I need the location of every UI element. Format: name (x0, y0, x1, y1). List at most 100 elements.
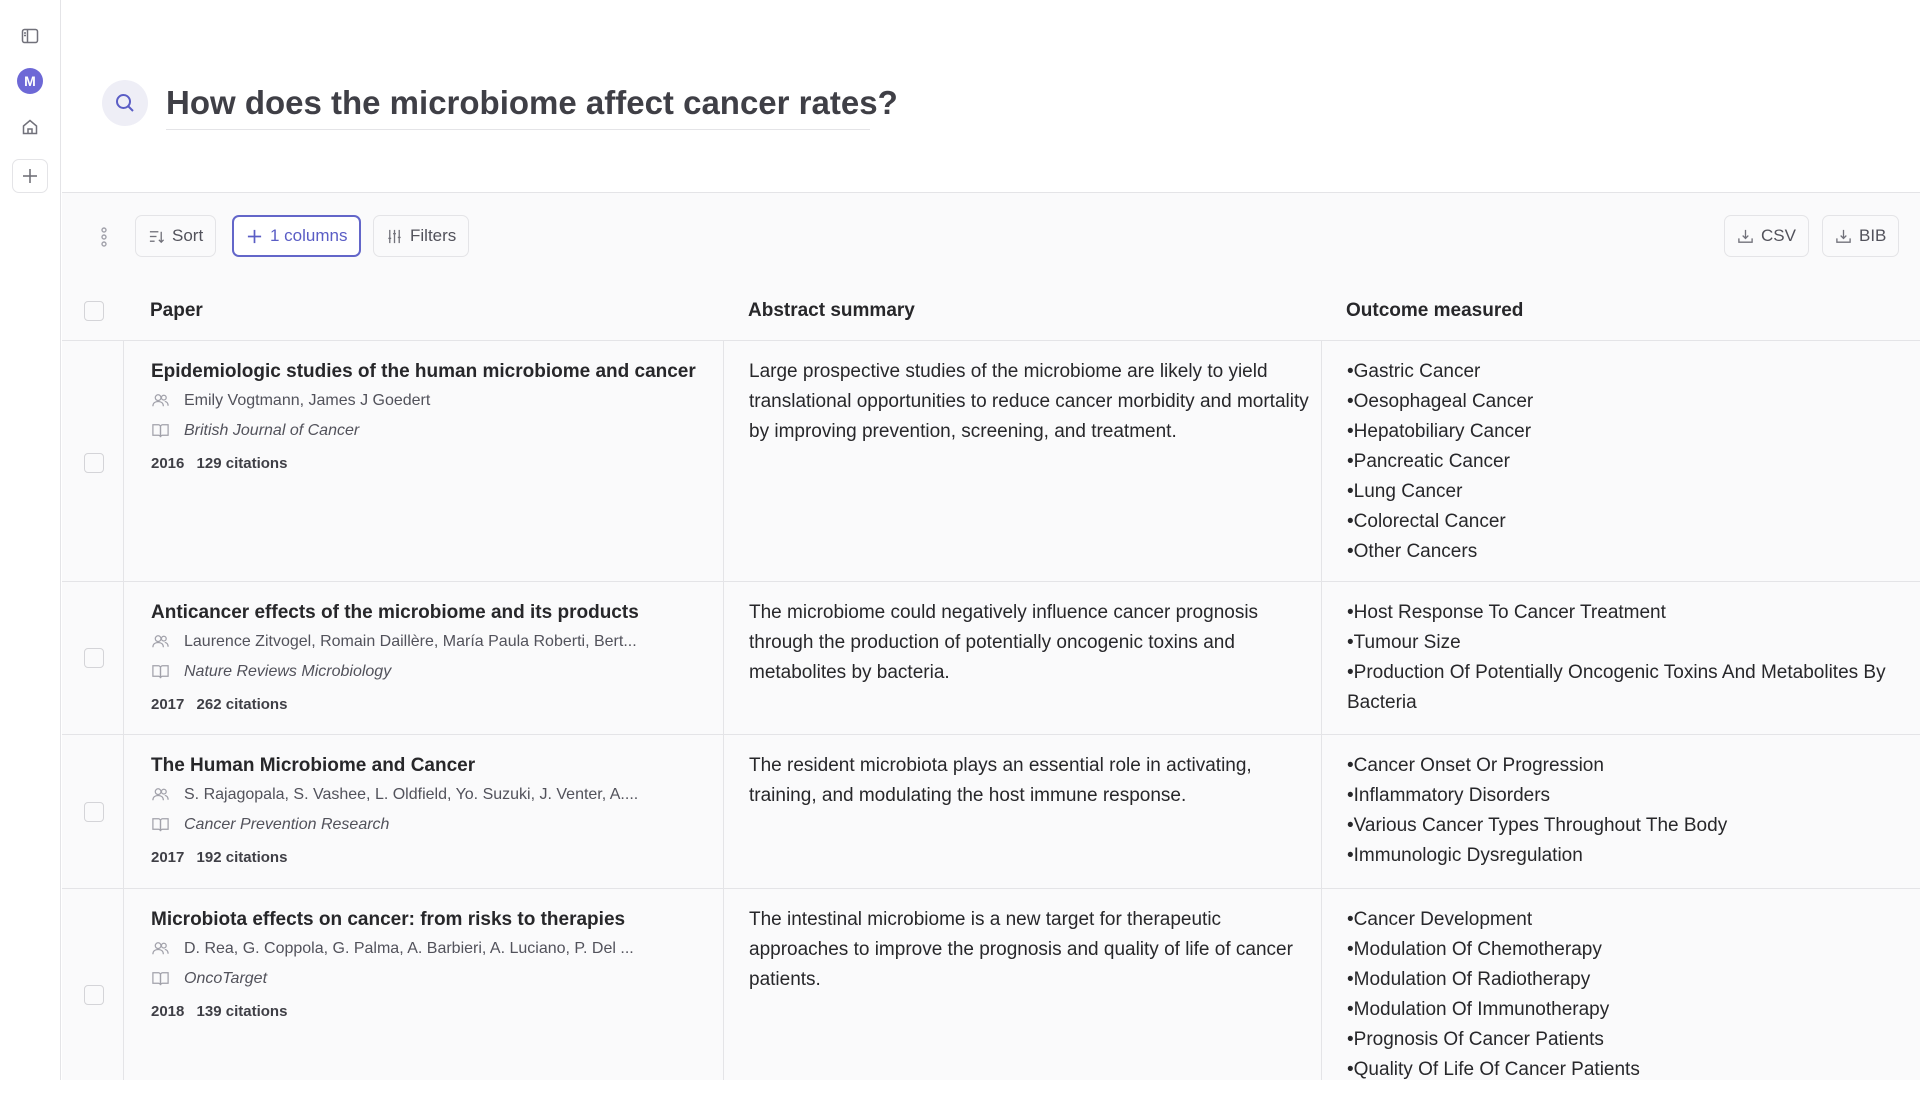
outcome-item: •Tumour Size (1347, 628, 1920, 658)
results-toolbar: Sort 1 columns Filters CSV BIB (62, 193, 1920, 281)
outcome-item: •Modulation Of Immunotherapy (1347, 995, 1920, 1025)
book-icon (151, 421, 170, 440)
filters-button[interactable]: Filters (373, 215, 469, 257)
plus-icon (21, 167, 39, 185)
table-row[interactable]: Anticancer effects of the microbiome and… (62, 582, 1920, 735)
table-header: Paper Abstract summary Outcome measured (62, 281, 1920, 341)
abstract-summary: The resident microbiota plays an essenti… (749, 751, 1309, 811)
book-icon (151, 969, 170, 988)
citations: 129 citations (197, 455, 288, 472)
outcome-item: •Pancreatic Cancer (1347, 447, 1920, 477)
authors: Laurence Zitvogel, Romain Daillère, Marí… (184, 633, 637, 651)
outcome-item: •Oesophageal Cancer (1347, 387, 1920, 417)
year: 2016 (151, 455, 184, 472)
filters-label: Filters (410, 226, 456, 246)
sort-icon (148, 228, 165, 245)
paper-title[interactable]: Microbiota effects on cancer: from risks… (151, 909, 625, 931)
add-columns-button[interactable]: 1 columns (232, 215, 361, 257)
row-checkbox[interactable] (84, 648, 104, 668)
outcome-item: •Gastric Cancer (1347, 357, 1920, 387)
outcome-list: •Cancer Development •Modulation Of Chemo… (1347, 905, 1920, 1085)
outcome-item: •Various Cancer Types Throughout The Bod… (1347, 811, 1920, 841)
sidebar: M (0, 0, 61, 1080)
outcome-item: •Immunologic Dysregulation (1347, 841, 1920, 871)
bib-label: BIB (1859, 226, 1886, 246)
outcome-item: •Modulation Of Chemotherapy (1347, 935, 1920, 965)
journal-line: Nature Reviews Microbiology (151, 662, 391, 681)
journal: OncoTarget (184, 970, 267, 988)
paper-stats: 2017 262 citations (151, 696, 295, 713)
filter-sliders-icon (386, 228, 403, 245)
paper-title[interactable]: Epidemiologic studies of the human micro… (151, 361, 696, 383)
authors-icon (151, 391, 170, 410)
paper-stats: 2017 192 citations (151, 849, 295, 866)
paper-stats: 2016 129 citations (151, 455, 295, 472)
abstract-summary: Large prospective studies of the microbi… (749, 357, 1309, 447)
authors-line: Laurence Zitvogel, Romain Daillère, Marí… (151, 632, 637, 651)
avatar-initial: M (24, 73, 36, 89)
more-options-icon[interactable] (96, 225, 112, 249)
outcome-item: •Hepatobiliary Cancer (1347, 417, 1920, 447)
authors: Emily Vogtmann, James J Goedert (184, 392, 430, 410)
outcome-item: •Inflammatory Disorders (1347, 781, 1920, 811)
outcome-list: •Host Response To Cancer Treatment •Tumo… (1347, 598, 1920, 718)
paper-title[interactable]: Anticancer effects of the microbiome and… (151, 602, 639, 624)
search-query[interactable]: How does the microbiome affect cancer ra… (166, 80, 870, 130)
abstract-summary: The microbiome could negatively influenc… (749, 598, 1309, 688)
column-header-paper[interactable]: Paper (150, 281, 203, 341)
paper-stats: 2018 139 citations (151, 1003, 295, 1020)
citations: 192 citations (197, 849, 288, 866)
avatar[interactable]: M (17, 68, 43, 94)
table-row[interactable]: Epidemiologic studies of the human micro… (62, 341, 1920, 582)
column-header-summary[interactable]: Abstract summary (748, 281, 915, 341)
outcome-list: •Cancer Onset Or Progression •Inflammato… (1347, 751, 1920, 871)
csv-label: CSV (1761, 226, 1796, 246)
outcome-item: •Colorectal Cancer (1347, 507, 1920, 537)
download-csv-button[interactable]: CSV (1724, 215, 1809, 257)
citations: 262 citations (197, 696, 288, 713)
authors-icon (151, 785, 170, 804)
sort-label: Sort (172, 226, 203, 246)
row-checkbox[interactable] (84, 453, 104, 473)
authors-icon (151, 939, 170, 958)
outcome-item: •Host Response To Cancer Treatment (1347, 598, 1920, 628)
year: 2017 (151, 696, 184, 713)
toggle-sidebar-icon[interactable] (18, 24, 42, 48)
year: 2017 (151, 849, 184, 866)
journal-line: OncoTarget (151, 969, 267, 988)
book-icon (151, 662, 170, 681)
table-row[interactable]: Microbiota effects on cancer: from risks… (62, 889, 1920, 1093)
journal: British Journal of Cancer (184, 422, 359, 440)
outcome-item: •Prognosis Of Cancer Patients (1347, 1025, 1920, 1055)
outcome-item: •Cancer Development (1347, 905, 1920, 935)
row-checkbox[interactable] (84, 802, 104, 822)
sort-button[interactable]: Sort (135, 215, 216, 257)
outcome-item: •Cancer Onset Or Progression (1347, 751, 1920, 781)
select-all-checkbox[interactable] (84, 301, 104, 321)
outcome-item: •Lung Cancer (1347, 477, 1920, 507)
download-icon (1835, 228, 1852, 245)
search-header: How does the microbiome affect cancer ra… (62, 0, 1920, 192)
journal: Cancer Prevention Research (184, 816, 389, 834)
authors-icon (151, 632, 170, 651)
home-icon[interactable] (18, 115, 42, 139)
book-icon (151, 815, 170, 834)
download-bib-button[interactable]: BIB (1822, 215, 1899, 257)
outcome-item: •Quality Of Life Of Cancer Patients (1347, 1055, 1920, 1085)
results-panel: Sort 1 columns Filters CSV BIB Paper Abs… (62, 192, 1920, 1080)
column-header-outcome[interactable]: Outcome measured (1346, 281, 1523, 341)
authors: D. Rea, G. Coppola, G. Palma, A. Barbier… (184, 940, 634, 958)
outcome-item: •Production Of Potentially Oncogenic Tox… (1347, 658, 1920, 718)
new-search-button[interactable] (12, 159, 48, 193)
row-checkbox[interactable] (84, 985, 104, 1005)
table-row[interactable]: The Human Microbiome and Cancer S. Rajag… (62, 735, 1920, 889)
authors-line: S. Rajagopala, S. Vashee, L. Oldfield, Y… (151, 785, 638, 804)
citations: 139 citations (197, 1003, 288, 1020)
abstract-summary: The intestinal microbiome is a new targe… (749, 905, 1309, 995)
columns-label: 1 columns (270, 226, 347, 246)
journal-line: British Journal of Cancer (151, 421, 359, 440)
journal: Nature Reviews Microbiology (184, 663, 391, 681)
paper-title[interactable]: The Human Microbiome and Cancer (151, 755, 475, 777)
search-icon[interactable] (102, 80, 148, 126)
outcome-list: •Gastric Cancer •Oesophageal Cancer •Hep… (1347, 357, 1920, 567)
